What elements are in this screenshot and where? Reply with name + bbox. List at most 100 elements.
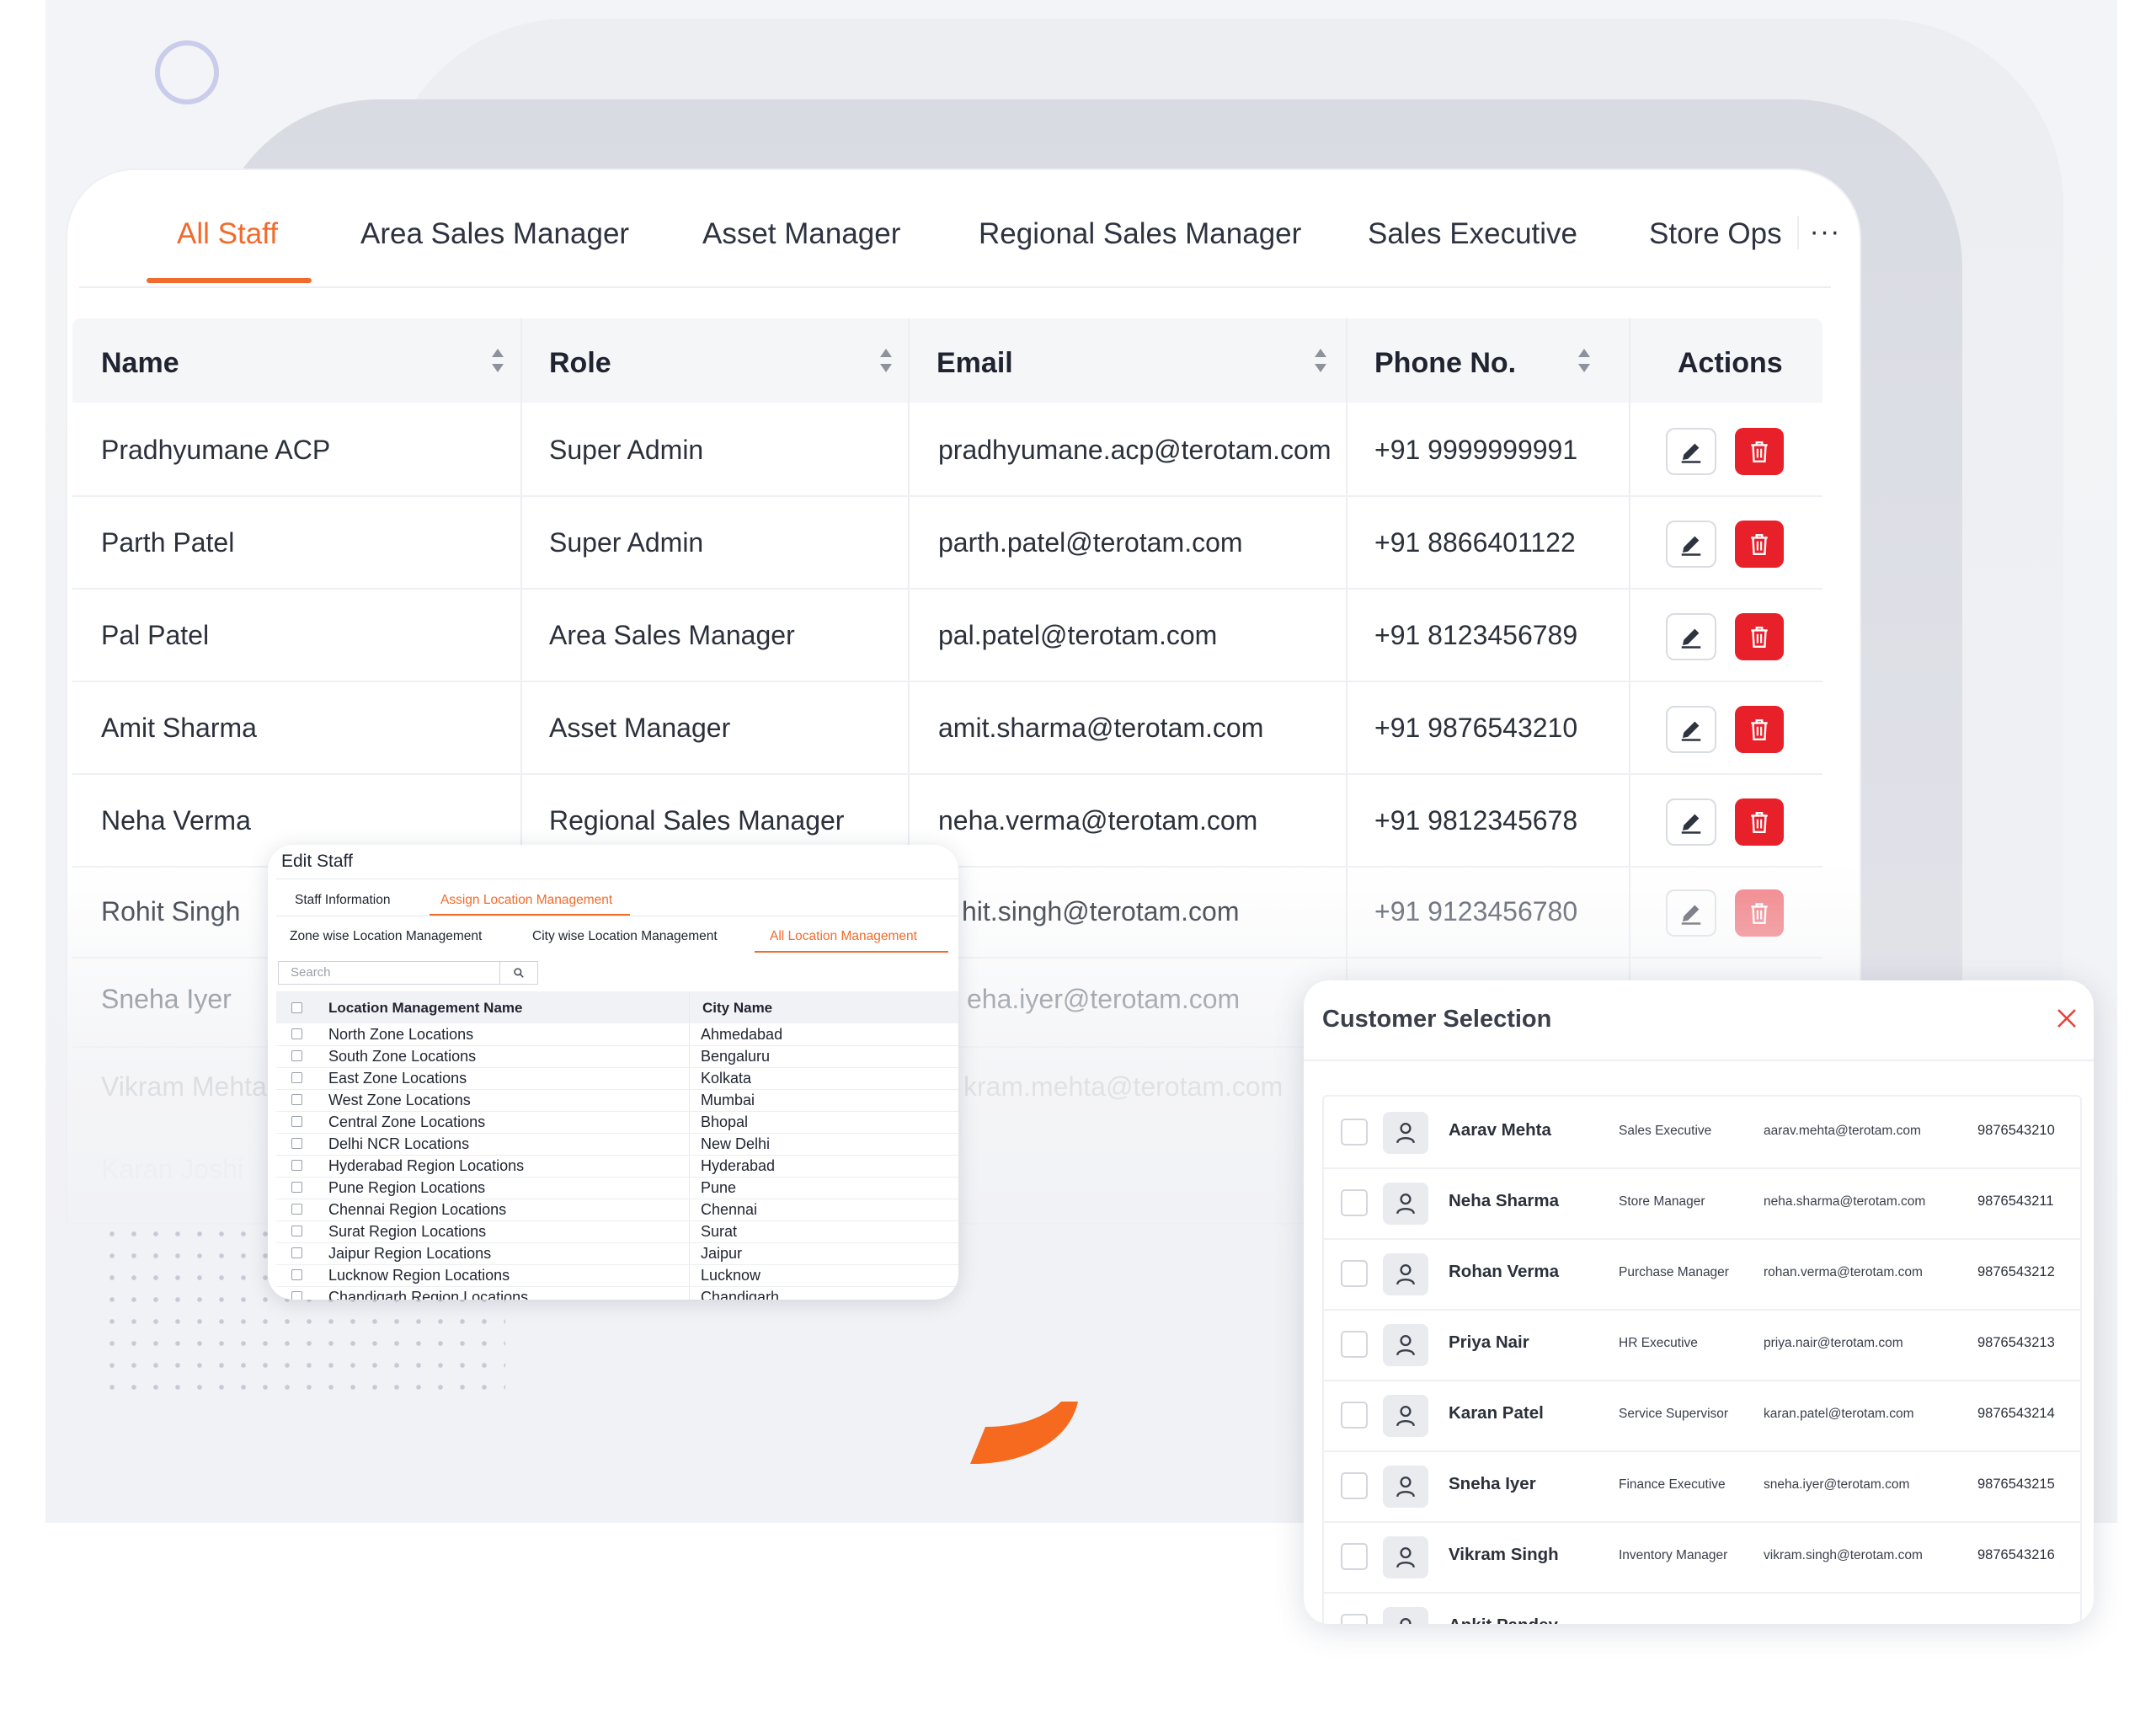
row-checkbox[interactable] xyxy=(291,1182,302,1193)
tab-staff-information[interactable]: Staff Information xyxy=(295,893,390,908)
list-item[interactable]: Central Zone Locations Bhopal xyxy=(276,1111,958,1134)
list-item[interactable]: Chandigarh Region Locations Chandigarh xyxy=(276,1286,958,1300)
list-item[interactable]: North Zone Locations Ahmedabad xyxy=(276,1023,958,1046)
row-checkbox[interactable] xyxy=(291,1072,302,1083)
list-item[interactable]: Sneha Iyer Finance Executive sneha.iyer@… xyxy=(1324,1450,2080,1523)
tab-store-ops[interactable]: Store Ops xyxy=(1649,217,1782,251)
delete-button[interactable] xyxy=(1735,889,1784,937)
edit-button[interactable] xyxy=(1666,613,1716,660)
search-input[interactable]: Search xyxy=(278,961,500,985)
row-checkbox[interactable] xyxy=(291,1094,302,1105)
row-checkbox[interactable] xyxy=(291,1291,302,1300)
row-checkbox[interactable] xyxy=(291,1204,302,1215)
row-checkbox[interactable] xyxy=(1341,1614,1368,1624)
delete-button[interactable] xyxy=(1735,521,1784,568)
more-tabs-button[interactable]: ··· xyxy=(1797,216,1851,249)
close-icon[interactable] xyxy=(2056,1007,2078,1029)
delete-button[interactable] xyxy=(1735,798,1784,846)
pencil-icon xyxy=(1681,443,1701,463)
customer-phone: 9876543212 xyxy=(1977,1264,2055,1279)
edit-button[interactable] xyxy=(1666,521,1716,568)
row-checkbox[interactable] xyxy=(291,1028,302,1039)
row-checkbox[interactable] xyxy=(291,1116,302,1127)
list-item[interactable]: Jaipur Region Locations Jaipur xyxy=(276,1242,958,1265)
edit-staff-panel: Edit Staff Staff Information Assign Loca… xyxy=(268,845,958,1300)
list-item[interactable]: Aarav Mehta Sales Executive aarav.mehta@… xyxy=(1324,1097,2080,1169)
header-name[interactable]: Name xyxy=(101,347,179,380)
city-name: Pune xyxy=(701,1179,737,1196)
list-item[interactable]: Delhi NCR Locations New Delhi xyxy=(276,1133,958,1156)
subtab-all-location[interactable]: All Location Management xyxy=(770,929,917,944)
staff-phone: +91 9876543210 xyxy=(1374,713,1578,743)
edit-button[interactable] xyxy=(1666,706,1716,753)
location-table-header: Location Management Name City Name xyxy=(276,991,958,1023)
table-row[interactable]: Pal Patel Area Sales Manager pal.patel@t… xyxy=(72,590,1822,682)
list-item[interactable]: Pune Region Locations Pune xyxy=(276,1177,958,1199)
sort-arrows-icon[interactable] xyxy=(878,345,894,376)
table-row[interactable]: Pradhyumane ACP Super Admin pradhyumane.… xyxy=(72,404,1822,497)
search-button[interactable] xyxy=(499,961,538,985)
tab-regional-sales-manager[interactable]: Regional Sales Manager xyxy=(979,217,1301,251)
row-checkbox[interactable] xyxy=(1341,1331,1368,1358)
edit-button[interactable] xyxy=(1666,889,1716,937)
row-checkbox[interactable] xyxy=(291,1226,302,1236)
delete-button[interactable] xyxy=(1735,428,1784,475)
row-checkbox[interactable] xyxy=(291,1138,302,1149)
customer-selection-title: Customer Selection xyxy=(1322,1006,1552,1033)
delete-button[interactable] xyxy=(1735,613,1784,660)
delete-button[interactable] xyxy=(1735,706,1784,753)
subtab-city-wise[interactable]: City wise Location Management xyxy=(532,929,718,944)
list-item[interactable]: Surat Region Locations Surat xyxy=(276,1220,958,1243)
list-item[interactable]: Lucknow Region Locations Lucknow xyxy=(276,1264,958,1287)
customer-email: rohan.verma@terotam.com xyxy=(1764,1265,1923,1279)
row-checkbox[interactable] xyxy=(1341,1402,1368,1429)
list-item[interactable]: Ankit Pandey xyxy=(1324,1592,2080,1624)
edit-button[interactable] xyxy=(1666,428,1716,475)
row-checkbox[interactable] xyxy=(1341,1543,1368,1570)
list-item[interactable]: West Zone Locations Mumbai xyxy=(276,1089,958,1112)
row-checkbox[interactable] xyxy=(291,1050,302,1061)
row-checkbox[interactable] xyxy=(291,1160,302,1171)
sort-arrows-icon[interactable] xyxy=(1577,345,1592,376)
edit-button[interactable] xyxy=(1666,798,1716,846)
tab-asset-manager[interactable]: Asset Manager xyxy=(702,217,900,251)
trash-icon xyxy=(1751,627,1768,649)
row-checkbox[interactable] xyxy=(1341,1472,1368,1499)
list-item[interactable]: Neha Sharma Store Manager neha.sharma@te… xyxy=(1324,1167,2080,1240)
staff-role: Area Sales Manager xyxy=(549,620,795,650)
tab-sales-executive[interactable]: Sales Executive xyxy=(1368,217,1577,251)
list-item[interactable]: South Zone Locations Bengaluru xyxy=(276,1045,958,1068)
staff-role: Super Admin xyxy=(549,435,704,465)
sort-arrows-icon[interactable] xyxy=(1313,345,1328,376)
subtab-zone-wise[interactable]: Zone wise Location Management xyxy=(290,929,482,944)
tab-area-sales-manager[interactable]: Area Sales Manager xyxy=(360,217,629,251)
row-checkbox[interactable] xyxy=(1341,1119,1368,1146)
row-checkbox[interactable] xyxy=(291,1269,302,1280)
user-avatar xyxy=(1383,1324,1428,1366)
row-checkbox[interactable] xyxy=(1341,1189,1368,1216)
list-item[interactable]: Karan Patel Service Supervisor karan.pat… xyxy=(1324,1380,2080,1452)
sort-arrows-icon[interactable] xyxy=(490,345,505,376)
table-row[interactable]: Parth Patel Super Admin parth.patel@tero… xyxy=(72,497,1822,590)
select-all-checkbox[interactable] xyxy=(291,1002,302,1013)
staff-email: pal.patel@terotam.com xyxy=(938,620,1218,650)
header-phone[interactable]: Phone No. xyxy=(1374,347,1516,380)
tab-assign-location-management[interactable]: Assign Location Management xyxy=(440,893,612,908)
list-item[interactable]: Hyderabad Region Locations Hyderabad xyxy=(276,1155,958,1178)
list-item[interactable]: Vikram Singh Inventory Manager vikram.si… xyxy=(1324,1521,2080,1594)
header-role[interactable]: Role xyxy=(549,347,611,380)
list-item[interactable]: Chennai Region Locations Chennai xyxy=(276,1199,958,1221)
list-item[interactable]: East Zone Locations Kolkata xyxy=(276,1067,958,1090)
list-item[interactable]: Rohan Verma Purchase Manager rohan.verma… xyxy=(1324,1238,2080,1311)
list-item[interactable]: Priya Nair HR Executive priya.nair@terot… xyxy=(1324,1309,2080,1381)
tab-all-staff[interactable]: All Staff xyxy=(177,217,278,251)
city-name: Jaipur xyxy=(701,1245,743,1262)
row-checkbox[interactable] xyxy=(1341,1260,1368,1287)
location-name: West Zone Locations xyxy=(328,1092,471,1108)
location-name: Delhi NCR Locations xyxy=(328,1135,470,1152)
staff-email: neha.verma@terotam.com xyxy=(938,805,1258,836)
table-row[interactable]: Amit Sharma Asset Manager amit.sharma@te… xyxy=(72,682,1822,775)
pencil-icon xyxy=(1681,905,1701,925)
header-email[interactable]: Email xyxy=(937,347,1013,380)
row-checkbox[interactable] xyxy=(291,1247,302,1258)
